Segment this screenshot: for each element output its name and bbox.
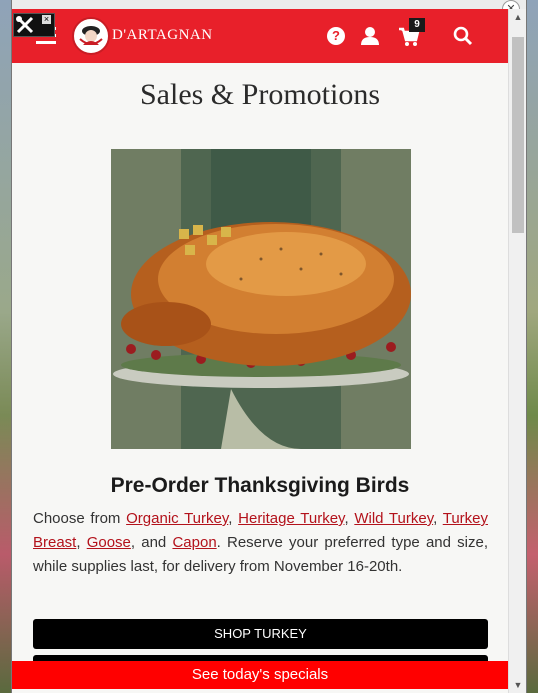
thanksgiving-turkey-image [111,149,411,449]
browser-window: ✕ D'ARTAGNAN ? 9 Sales & Promotions [11,0,527,693]
link-heritage-turkey[interactable]: Heritage Turkey [238,510,344,527]
scroll-up-icon[interactable]: ▲ [509,9,526,25]
desc-separator: , [344,510,355,527]
link-capon[interactable]: Capon [172,534,216,551]
page-title: Sales & Promotions [139,78,380,111]
user-icon[interactable] [359,25,381,47]
desc-separator: , [228,510,239,527]
promo-description: Choose from Organic Turkey, Heritage Tur… [33,507,488,579]
shop-turkey-button[interactable]: SHOP TURKEY [33,619,488,649]
desc-separator: , [76,534,87,551]
desc-intro-text: Choose from [33,510,127,527]
desc-separator: , [433,510,443,527]
todays-specials-bar[interactable]: See today's specials [12,661,508,689]
search-icon[interactable] [452,25,474,47]
brand-logo[interactable] [72,17,110,55]
link-organic-turkey[interactable]: Organic Turkey [126,510,228,527]
scroll-down-icon[interactable]: ▼ [509,677,526,693]
tools-icon[interactable]: × [13,13,55,37]
scroll-thumb[interactable] [512,37,524,233]
help-icon[interactable]: ? [327,27,345,45]
vertical-scrollbar[interactable]: ▲ ▼ [508,9,526,693]
site-header: D'ARTAGNAN ? 9 [12,9,508,63]
brand-name[interactable]: D'ARTAGNAN [112,27,213,44]
link-goose[interactable]: Goose [87,534,131,551]
promo-heading: Pre-Order Thanksgiving Birds [110,474,410,497]
desc-separator-and: , and [130,534,173,551]
overlay-close-icon[interactable]: × [42,15,51,24]
link-wild-turkey[interactable]: Wild Turkey [354,510,433,527]
cart-count-badge: 9 [409,18,425,32]
